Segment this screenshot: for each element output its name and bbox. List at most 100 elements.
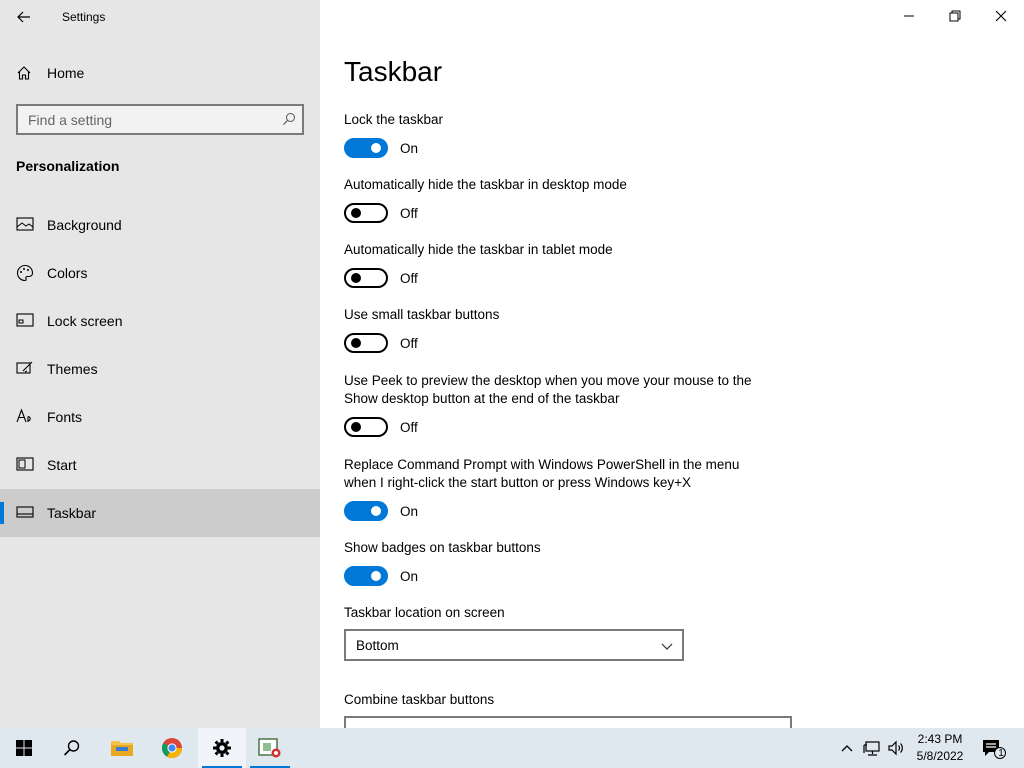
page-title: Taskbar <box>344 56 443 87</box>
setting-autohide-tablet: Automatically hide the taskbar in tablet… <box>344 241 613 289</box>
home-icon <box>16 65 32 86</box>
close-button[interactable] <box>978 0 1024 32</box>
home-label: Home <box>47 65 85 81</box>
dropdown-value: Bottom <box>356 638 399 653</box>
lock-screen-icon <box>16 312 34 333</box>
setting-label-line2: Show desktop button at the end of the ta… <box>344 391 620 406</box>
setting-label: Automatically hide the taskbar in tablet… <box>344 242 613 257</box>
sidebar-item-label: Taskbar <box>47 505 97 521</box>
taskbar: 2:43 PM 5/8/2022 1 <box>0 728 1024 768</box>
speaker-icon <box>888 740 903 756</box>
network-button[interactable] <box>860 728 884 768</box>
clock-time: 2:43 PM <box>917 732 963 746</box>
sidebar-item-label: Background <box>47 217 122 233</box>
back-button[interactable] <box>12 6 36 28</box>
sidebar-item-label: Start <box>47 457 77 473</box>
recorder-app-button[interactable] <box>246 728 294 768</box>
title-bar: Settings <box>0 0 320 34</box>
search-icon[interactable] <box>282 112 296 131</box>
toggle-state: Off <box>400 335 418 351</box>
toggle-state: Off <box>400 419 418 435</box>
sidebar-item-label: Fonts <box>47 409 83 425</box>
action-center-button[interactable]: 1 <box>978 728 1008 768</box>
lock-taskbar-toggle[interactable] <box>344 138 388 158</box>
search-box[interactable] <box>16 104 304 135</box>
show-hidden-icons-button[interactable] <box>836 728 858 768</box>
toggle-state: Off <box>400 270 418 286</box>
setting-autohide-desktop: Automatically hide the taskbar in deskto… <box>344 176 627 224</box>
chevron-up-icon <box>841 745 853 752</box>
sidebar-item-label: Colors <box>47 265 88 281</box>
start-button[interactable] <box>0 728 48 768</box>
taskbar-search-button[interactable] <box>48 728 96 768</box>
location-label: Taskbar location on screen <box>344 605 505 620</box>
chevron-down-icon <box>660 639 674 657</box>
folder-icon <box>111 741 133 756</box>
toggle-state: On <box>400 140 419 156</box>
network-icon <box>863 741 880 756</box>
toggle-state: On <box>400 503 419 519</box>
settings-taskbar-button[interactable] <box>198 728 246 768</box>
setting-label-line1: Replace Command Prompt with Windows Powe… <box>344 457 740 472</box>
minimize-button[interactable] <box>886 0 932 32</box>
clock-date: 5/8/2022 <box>916 749 964 763</box>
back-arrow-icon <box>17 11 30 23</box>
fonts-icon <box>16 408 34 429</box>
sidebar: Settings Home Personalization Background… <box>0 0 320 728</box>
palette-icon <box>16 264 34 287</box>
gear-icon <box>213 739 231 757</box>
picture-icon <box>16 216 34 237</box>
sidebar-item-taskbar[interactable]: Taskbar <box>0 489 320 537</box>
setting-label-line1: Use Peek to preview the desktop when you… <box>344 373 752 388</box>
taskbar-icon <box>16 504 34 525</box>
restore-icon <box>949 10 961 22</box>
sidebar-item-colors[interactable]: Colors <box>0 249 320 297</box>
toggle-state: On <box>400 568 419 584</box>
setting-location: Taskbar location on screen <box>344 604 505 622</box>
search-input[interactable] <box>18 106 268 133</box>
volume-button[interactable] <box>884 728 908 768</box>
setting-label: Lock the taskbar <box>344 112 444 127</box>
clock[interactable]: 2:43 PM 5/8/2022 <box>908 731 972 765</box>
chrome-icon <box>161 738 183 759</box>
themes-icon <box>16 360 34 381</box>
sidebar-item-start[interactable]: Start <box>0 441 320 489</box>
minimize-icon <box>904 15 914 17</box>
setting-label: Use small taskbar buttons <box>344 307 500 322</box>
selection-indicator <box>0 502 4 524</box>
restore-button[interactable] <box>932 0 978 32</box>
sidebar-item-label: Lock screen <box>47 313 123 329</box>
setting-label: Automatically hide the taskbar in deskto… <box>344 177 627 192</box>
peek-toggle[interactable] <box>344 417 388 437</box>
setting-powershell: Replace Command Prompt with Windows Powe… <box>344 456 739 522</box>
powershell-toggle[interactable] <box>344 501 388 521</box>
sidebar-item-background[interactable]: Background <box>0 201 320 249</box>
home-nav-item[interactable]: Home <box>0 56 320 90</box>
setting-combine: Combine taskbar buttons <box>344 691 494 709</box>
chrome-button[interactable] <box>148 728 196 768</box>
combine-label: Combine taskbar buttons <box>344 692 495 707</box>
start-icon <box>16 456 34 477</box>
sidebar-item-label: Themes <box>47 361 98 377</box>
file-explorer-button[interactable] <box>98 728 146 768</box>
close-icon <box>995 10 1007 22</box>
badges-toggle[interactable] <box>344 566 388 586</box>
small-buttons-toggle[interactable] <box>344 333 388 353</box>
sidebar-item-lock-screen[interactable]: Lock screen <box>0 297 320 345</box>
location-dropdown[interactable]: Bottom <box>344 629 684 661</box>
setting-peek: Use Peek to preview the desktop when you… <box>344 372 751 438</box>
screen-recorder-icon <box>258 738 281 758</box>
autohide-tablet-toggle[interactable] <box>344 268 388 288</box>
setting-lock-taskbar: Lock the taskbar On <box>344 111 443 159</box>
autohide-desktop-toggle[interactable] <box>344 203 388 223</box>
main-content: Taskbar Lock the taskbar On Automaticall… <box>320 0 1024 728</box>
toggle-state: Off <box>400 205 418 221</box>
sidebar-item-fonts[interactable]: Fonts <box>0 393 320 441</box>
setting-small-buttons: Use small taskbar buttons Off <box>344 306 499 354</box>
section-title: Personalization <box>16 158 120 174</box>
search-icon <box>63 740 80 756</box>
sidebar-item-themes[interactable]: Themes <box>0 345 320 393</box>
setting-label: Show badges on taskbar buttons <box>344 540 541 555</box>
notification-count: 1 <box>998 748 1004 759</box>
combine-dropdown[interactable] <box>344 716 792 728</box>
